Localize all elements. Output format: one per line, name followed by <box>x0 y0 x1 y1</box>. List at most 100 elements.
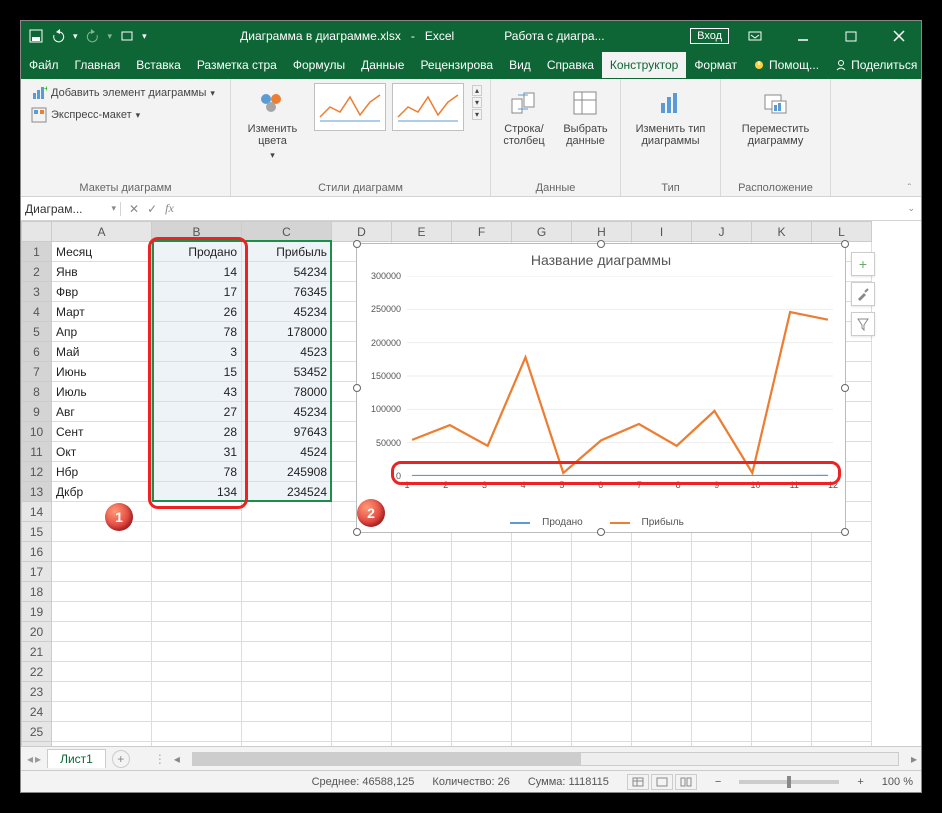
fx-icon[interactable]: fx <box>165 201 174 216</box>
cell[interactable] <box>452 602 512 622</box>
cell[interactable] <box>632 642 692 662</box>
cell[interactable] <box>692 662 752 682</box>
cell[interactable] <box>692 642 752 662</box>
undo-icon[interactable] <box>51 29 65 43</box>
cell[interactable] <box>152 682 242 702</box>
cell[interactable] <box>392 622 452 642</box>
row-header[interactable]: 26 <box>22 742 52 747</box>
cell[interactable] <box>392 742 452 747</box>
cell[interactable] <box>632 562 692 582</box>
cell[interactable] <box>332 562 392 582</box>
cell[interactable]: Прибыль <box>242 242 332 262</box>
row-header[interactable]: 13 <box>22 482 52 502</box>
cell[interactable]: 78 <box>152 322 242 342</box>
cell[interactable] <box>632 702 692 722</box>
cell[interactable] <box>752 542 812 562</box>
switch-row-col-button[interactable]: Строка/столбец <box>497 83 551 151</box>
cell[interactable] <box>632 602 692 622</box>
cell[interactable] <box>52 562 152 582</box>
cell[interactable] <box>512 582 572 602</box>
maximize-icon[interactable] <box>829 21 873 51</box>
cell[interactable] <box>452 742 512 747</box>
row-header[interactable]: 22 <box>22 662 52 682</box>
cell[interactable]: 54234 <box>242 262 332 282</box>
row-header[interactable]: 10 <box>22 422 52 442</box>
cell[interactable] <box>812 602 872 622</box>
chart-object[interactable]: Название диаграммы 050000100000150000200… <box>356 243 846 533</box>
col-header[interactable]: J <box>692 222 752 242</box>
redo-dropdown-icon[interactable]: ▾ <box>108 31 113 42</box>
cell[interactable] <box>632 682 692 702</box>
cell[interactable] <box>632 742 692 747</box>
cell[interactable] <box>452 622 512 642</box>
cell[interactable] <box>392 542 452 562</box>
cell[interactable]: 78 <box>152 462 242 482</box>
chart-plus-icon[interactable]: + <box>851 252 875 276</box>
col-header[interactable]: G <box>512 222 572 242</box>
cell[interactable] <box>242 542 332 562</box>
cell[interactable] <box>52 622 152 642</box>
tab-review[interactable]: Рецензирова <box>412 52 501 78</box>
row-header[interactable]: 14 <box>22 502 52 522</box>
cell[interactable]: Окт <box>52 442 152 462</box>
cell[interactable]: 178000 <box>242 322 332 342</box>
cell[interactable]: 45234 <box>242 302 332 322</box>
row-header[interactable]: 4 <box>22 302 52 322</box>
cell[interactable] <box>242 722 332 742</box>
cell[interactable] <box>152 582 242 602</box>
cell[interactable] <box>812 682 872 702</box>
cell[interactable] <box>392 722 452 742</box>
cell[interactable] <box>632 542 692 562</box>
cell[interactable] <box>392 662 452 682</box>
add-chart-element-button[interactable]: + Добавить элемент диаграммы ▾ <box>27 83 219 103</box>
touch-mode-icon[interactable] <box>120 29 134 43</box>
col-header[interactable]: L <box>812 222 872 242</box>
cell[interactable] <box>52 582 152 602</box>
cell[interactable]: 4524 <box>242 442 332 462</box>
cell[interactable] <box>572 622 632 642</box>
chart-style-2[interactable] <box>392 83 464 131</box>
cell[interactable] <box>512 542 572 562</box>
cell[interactable]: Июль <box>52 382 152 402</box>
cell[interactable] <box>512 602 572 622</box>
cell[interactable] <box>572 742 632 747</box>
cell[interactable] <box>152 742 242 747</box>
cell[interactable]: 134 <box>152 482 242 502</box>
cell[interactable] <box>752 582 812 602</box>
col-header[interactable]: E <box>392 222 452 242</box>
cell[interactable]: Фвр <box>52 282 152 302</box>
cell[interactable] <box>332 542 392 562</box>
row-header[interactable]: 7 <box>22 362 52 382</box>
cell[interactable] <box>632 722 692 742</box>
row-header[interactable]: 15 <box>22 522 52 542</box>
spreadsheet-grid[interactable]: ABCDEFGHIJKL1МесяцПроданоПрибыль2Янв1454… <box>21 221 921 746</box>
view-normal-icon[interactable] <box>627 774 649 790</box>
cell[interactable]: Дкбр <box>52 482 152 502</box>
cell[interactable] <box>452 682 512 702</box>
sheet-tab[interactable]: Лист1 <box>47 749 106 768</box>
cell[interactable] <box>392 602 452 622</box>
cell[interactable] <box>152 562 242 582</box>
cell[interactable]: 53452 <box>242 362 332 382</box>
change-colors-button[interactable]: Изменить цвета▾ <box>237 83 308 165</box>
chart-title[interactable]: Название диаграммы <box>357 244 845 272</box>
cell[interactable] <box>512 722 572 742</box>
cell[interactable] <box>752 642 812 662</box>
cell[interactable] <box>392 562 452 582</box>
cell[interactable]: 245908 <box>242 462 332 482</box>
cell[interactable] <box>572 582 632 602</box>
cell[interactable] <box>752 602 812 622</box>
cell[interactable]: 26 <box>152 302 242 322</box>
cell[interactable]: Апр <box>52 322 152 342</box>
cell[interactable] <box>332 702 392 722</box>
cell[interactable] <box>812 582 872 602</box>
cell[interactable] <box>152 542 242 562</box>
cell[interactable]: 97643 <box>242 422 332 442</box>
cell[interactable] <box>52 702 152 722</box>
expand-formula-icon[interactable]: ⌄ <box>901 203 921 214</box>
zoom-out-icon[interactable]: − <box>715 776 721 788</box>
styles-next-icon[interactable]: ▾ <box>472 97 482 108</box>
cell[interactable] <box>392 582 452 602</box>
cell[interactable]: 15 <box>152 362 242 382</box>
cell[interactable] <box>692 602 752 622</box>
